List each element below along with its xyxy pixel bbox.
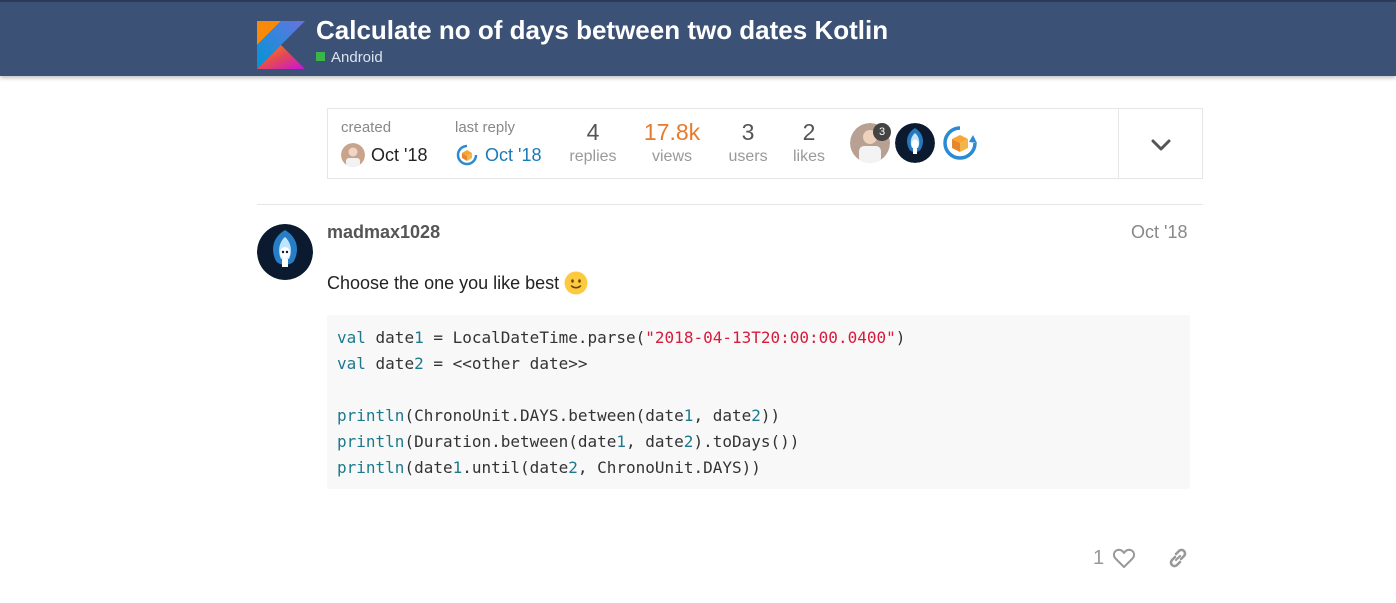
created-date: Oct '18 bbox=[371, 144, 428, 165]
created-label: created bbox=[341, 119, 392, 136]
like-count[interactable]: 1 bbox=[1093, 547, 1104, 570]
created-info: created Oct '18 bbox=[341, 119, 427, 167]
replies-label: replies bbox=[569, 148, 617, 165]
creator-avatar bbox=[341, 143, 365, 167]
code-line: val date2 = <<other date>> bbox=[337, 354, 588, 373]
code-block: val date1 = LocalDateTime.parse("2018-04… bbox=[327, 315, 1190, 489]
users-stat: 3 users bbox=[723, 119, 773, 166]
link-icon[interactable] bbox=[1166, 546, 1190, 570]
chevron-down-icon[interactable] bbox=[1147, 131, 1175, 159]
post-author-avatar[interactable] bbox=[257, 224, 313, 280]
users-label: users bbox=[728, 148, 768, 165]
category-badge[interactable]: Android bbox=[316, 49, 383, 66]
likes-label: likes bbox=[792, 148, 825, 165]
users-count: 3 bbox=[741, 119, 755, 145]
code-line: println(Duration.between(date1, date2).t… bbox=[337, 432, 800, 451]
participant-post-count-badge: 3 bbox=[873, 123, 891, 141]
participant-avatar-3[interactable] bbox=[940, 123, 980, 163]
summary-divider bbox=[1118, 109, 1119, 178]
replies-stat: 4 replies bbox=[568, 119, 618, 166]
topic-summary: created Oct '18 last reply Oct '18 4 rep… bbox=[327, 108, 1203, 179]
category-label: Android bbox=[331, 49, 383, 66]
likes-stat: 2 likes bbox=[784, 119, 834, 166]
post-text: Choose the one you like best bbox=[327, 272, 560, 293]
post-username[interactable]: madmax1028 bbox=[327, 222, 440, 243]
replies-count: 4 bbox=[586, 119, 600, 145]
kotlin-logo-icon[interactable] bbox=[257, 21, 305, 69]
last-reply-value[interactable]: Oct '18 bbox=[455, 143, 541, 167]
views-count: 17.8k bbox=[643, 119, 701, 145]
last-reply-label: last reply bbox=[455, 119, 516, 136]
views-stat: 17.8k views bbox=[637, 119, 707, 166]
post-body: Choose the one you like best bbox=[327, 271, 588, 295]
code-line: println(date1.until(date2, ChronoUnit.DA… bbox=[337, 458, 761, 477]
likes-count: 2 bbox=[802, 119, 816, 145]
participant-avatar-2[interactable] bbox=[895, 123, 935, 163]
last-reply-info: last reply Oct '18 bbox=[455, 119, 541, 167]
slightly-smiling-face-icon bbox=[564, 271, 588, 295]
category-color-square bbox=[316, 52, 325, 61]
post-separator bbox=[257, 204, 1203, 205]
topic-title[interactable]: Calculate no of days between two dates K… bbox=[316, 15, 888, 46]
created-value[interactable]: Oct '18 bbox=[341, 143, 427, 167]
last-replier-avatar bbox=[455, 143, 479, 167]
heart-icon[interactable] bbox=[1112, 547, 1136, 569]
topic-header: Calculate no of days between two dates K… bbox=[0, 0, 1396, 76]
code-line: println(ChronoUnit.DAYS.between(date1, d… bbox=[337, 406, 781, 425]
views-label: views bbox=[651, 148, 692, 165]
last-reply-date: Oct '18 bbox=[485, 144, 542, 165]
code-line: val date1 = LocalDateTime.parse("2018-04… bbox=[337, 328, 906, 347]
post-date[interactable]: Oct '18 bbox=[1131, 222, 1187, 243]
